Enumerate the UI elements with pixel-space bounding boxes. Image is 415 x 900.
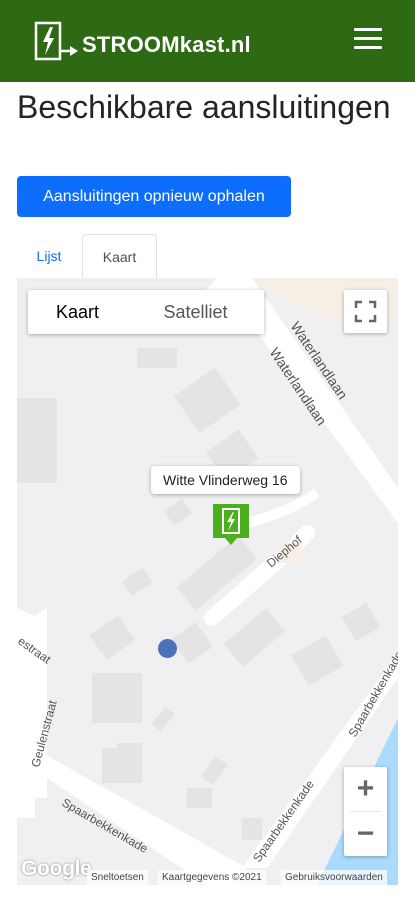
fullscreen-icon <box>354 300 377 323</box>
hamburger-icon[interactable] <box>354 28 382 50</box>
tab-list[interactable]: Lijst <box>17 234 81 278</box>
terms-of-use-link[interactable]: Gebruiksvoorwaarden <box>281 870 387 885</box>
map-view[interactable]: Waterlandlaan Waterlandlaan Diephof estr… <box>17 278 398 885</box>
map-type-control: Kaart Satelliet <box>28 290 264 334</box>
google-logo: Google <box>21 857 92 880</box>
brand-link[interactable]: STROOMkast.nl <box>34 21 251 61</box>
reload-connections-button[interactable]: Aansluitingen opnieuw ophalen <box>17 176 291 217</box>
current-location-dot <box>158 639 177 658</box>
map-data-attribution: Kaartgegevens ©2021 <box>158 870 266 885</box>
fullscreen-button[interactable] <box>344 290 387 333</box>
map-type-satellite-button[interactable]: Satelliet <box>127 290 264 334</box>
zoom-out-button[interactable]: − <box>344 812 387 856</box>
map-type-map-button[interactable]: Kaart <box>28 290 127 334</box>
map-canvas: Waterlandlaan Waterlandlaan Diephof estr… <box>17 278 398 885</box>
marker-info-window: Witte Vlinderweg 16 <box>151 466 300 494</box>
power-outlet-logo-icon <box>34 21 78 61</box>
page-title: Beschikbare aansluitingen <box>17 89 391 125</box>
zoom-in-button[interactable]: + <box>344 767 387 811</box>
tab-map[interactable]: Kaart <box>82 234 157 278</box>
view-tabs: Lijst Kaart <box>17 234 398 278</box>
charging-point-marker-icon[interactable] <box>213 504 249 546</box>
keyboard-shortcuts-link[interactable]: Sneltoetsen <box>87 870 148 885</box>
brand-name: STROOMkast.nl <box>82 32 251 57</box>
zoom-control: + − <box>344 767 387 856</box>
navbar: STROOMkast.nl <box>0 0 415 82</box>
